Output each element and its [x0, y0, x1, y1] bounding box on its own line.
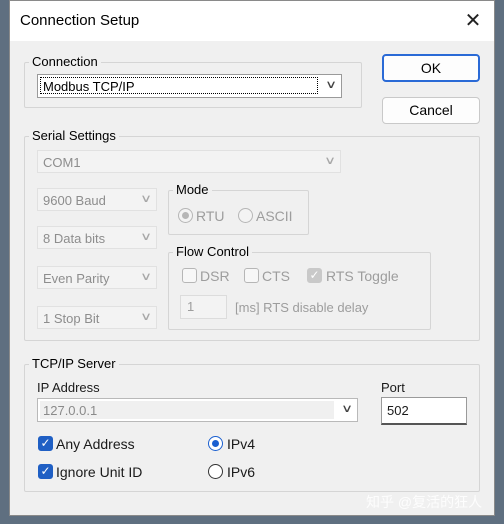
port-value: 502 — [387, 403, 409, 418]
dsr-checkbox[interactable] — [182, 268, 197, 283]
tcp-server-legend: TCP/IP Server — [29, 356, 119, 371]
data-bits-select[interactable]: 8 Data bits ∨ — [37, 226, 157, 249]
chevron-down-icon: ∨ — [139, 311, 153, 323]
rts-delay-label: [ms] RTS disable delay — [235, 300, 369, 315]
com-port-select[interactable]: COM1 ∨ — [37, 150, 341, 173]
connection-type-select[interactable]: Modbus TCP/IP ∨ — [37, 74, 342, 98]
cancel-button[interactable]: Cancel — [382, 97, 480, 124]
cancel-button-label: Cancel — [409, 102, 453, 118]
chevron-down-icon: ∨ — [324, 79, 338, 91]
stop-bits-select[interactable]: 1 Stop Bit ∨ — [37, 306, 157, 329]
ok-button-label: OK — [420, 60, 442, 76]
checkmark-icon: ✓ — [40, 464, 51, 478]
checkmark-icon: ✓ — [40, 436, 51, 450]
parity-value: Even Parity — [43, 271, 110, 286]
data-bits-value: 8 Data bits — [43, 231, 106, 246]
serial-settings-legend: Serial Settings — [29, 128, 119, 143]
ip-address-select[interactable]: 127.0.0.1 ∨ — [37, 398, 358, 422]
connection-setup-dialog: Connection Setup ✕ Connection Modbus TCP… — [9, 0, 495, 516]
rts-delay-value: 1 — [187, 299, 195, 314]
rtu-label: RTU — [196, 208, 225, 224]
rts-delay-input[interactable]: 1 — [180, 295, 227, 319]
ipv4-radio[interactable] — [208, 436, 223, 451]
flow-control-legend: Flow Control — [173, 244, 252, 259]
dsr-label: DSR — [200, 268, 230, 284]
chevron-down-icon: ∨ — [323, 155, 337, 167]
parity-select[interactable]: Even Parity ∨ — [37, 266, 157, 289]
ipv6-label: IPv6 — [227, 464, 256, 480]
cts-label: CTS — [262, 268, 290, 284]
baud-select[interactable]: 9600 Baud ∨ — [37, 188, 157, 211]
ipv4-label: IPv4 — [227, 436, 256, 452]
ip-address-value: 127.0.0.1 — [43, 403, 98, 418]
ok-button[interactable]: OK — [382, 54, 480, 82]
watermark: 知乎 @复活的狂人 — [366, 494, 483, 510]
connection-type-value: Modbus TCP/IP — [43, 79, 135, 94]
chevron-down-icon: ∨ — [139, 271, 153, 283]
cts-checkbox[interactable] — [244, 268, 259, 283]
any-address-checkbox[interactable]: ✓ — [38, 436, 53, 451]
mode-legend: Mode — [173, 182, 212, 197]
chevron-down-icon: ∨ — [139, 193, 153, 205]
checkmark-icon: ✓ — [309, 268, 320, 282]
port-input[interactable]: 502 — [381, 397, 467, 425]
window-title: Connection Setup — [20, 12, 140, 29]
title-bar: Connection Setup ✕ — [10, 1, 494, 41]
chevron-down-icon: ∨ — [139, 231, 153, 243]
chevron-down-icon: ∨ — [340, 403, 354, 415]
ascii-label: ASCII — [256, 208, 293, 224]
ascii-radio[interactable] — [238, 208, 253, 223]
ipv6-radio[interactable] — [208, 464, 223, 479]
ignore-unit-id-label: Ignore Unit ID — [56, 464, 143, 480]
port-label: Port — [381, 380, 405, 395]
rtu-radio[interactable] — [178, 208, 193, 223]
ip-address-label: IP Address — [37, 380, 100, 395]
baud-value: 9600 Baud — [43, 193, 106, 208]
rts-toggle-checkbox[interactable]: ✓ — [307, 268, 322, 283]
ignore-unit-id-checkbox[interactable]: ✓ — [38, 464, 53, 479]
com-port-value: COM1 — [43, 155, 81, 170]
any-address-label: Any Address — [56, 436, 135, 452]
connection-legend: Connection — [29, 54, 101, 69]
rts-toggle-label: RTS Toggle — [326, 268, 399, 284]
close-icon[interactable]: ✕ — [458, 7, 488, 35]
stop-bits-value: 1 Stop Bit — [43, 311, 100, 326]
